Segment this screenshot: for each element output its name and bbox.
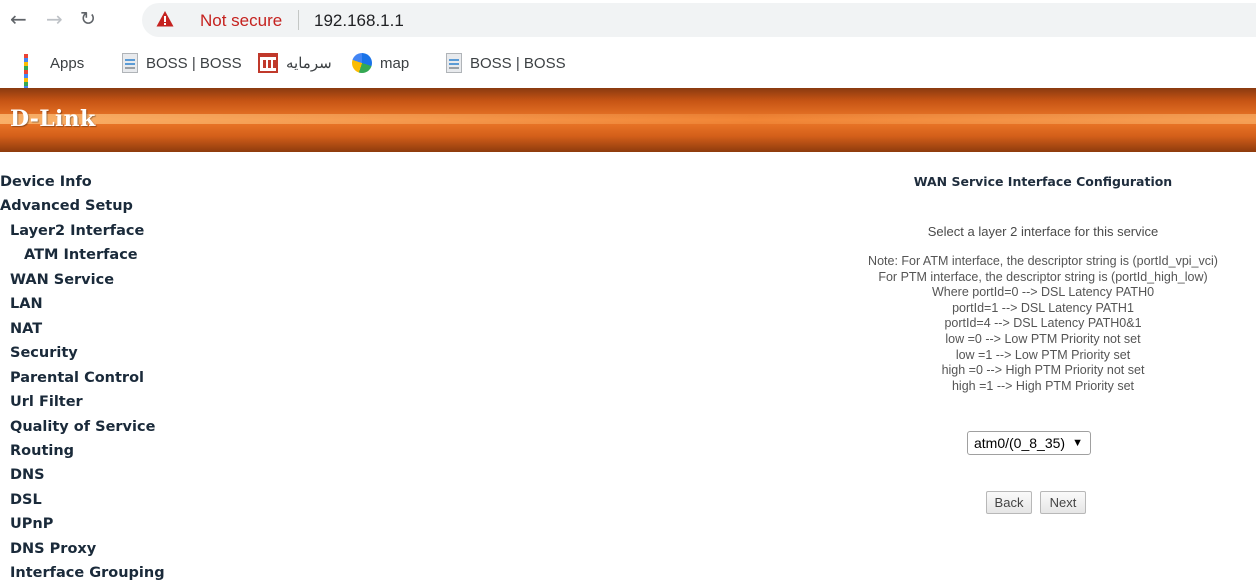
url-text[interactable]: 192.168.1.1: [314, 11, 404, 31]
note-line: low =1 --> Low PTM Priority set: [955, 347, 1131, 362]
dlink-header: D-Link: [0, 88, 1256, 152]
map-icon: [352, 53, 372, 73]
reload-icon[interactable]: ↻: [80, 9, 96, 29]
select-hint: Select a layer 2 interface for this serv…: [927, 224, 1159, 239]
arrow-left-icon[interactable]: ←: [10, 9, 27, 29]
apps-grid-icon: [24, 54, 42, 90]
back-button[interactable]: Back: [986, 491, 1032, 514]
sidebar-item-url-filter[interactable]: Url Filter: [10, 394, 83, 410]
note-line: portId=1 --> DSL Latency PATH1: [952, 300, 1134, 315]
bookmarks-bar: Apps BOSS | BOSS سرمایه map BOSS | BOSS: [0, 46, 1256, 90]
bookmark-apps[interactable]: Apps: [24, 52, 85, 90]
descriptor-note: Note: For ATM interface, the descriptor …: [830, 254, 1256, 394]
address-bar[interactable]: Not secure 192.168.1.1: [142, 3, 1256, 37]
bookmark-sarmaye[interactable]: سرمایه: [258, 52, 332, 74]
sidebar-item-lan[interactable]: LAN: [10, 296, 43, 312]
note-line: Note: For ATM interface, the descriptor …: [868, 254, 1218, 268]
sidebar-item-advanced-setup[interactable]: Advanced Setup: [0, 198, 133, 214]
sidebar-item-dns[interactable]: DNS: [10, 467, 45, 483]
bookmark-label: map: [380, 54, 410, 72]
sidebar-item-nat[interactable]: NAT: [10, 321, 42, 337]
note-line: high =0 --> High PTM Priority not set: [941, 363, 1145, 378]
note-line: portId=4 --> DSL Latency PATH0&1: [944, 316, 1142, 331]
store-icon: [258, 53, 278, 73]
bookmark-label: BOSS | BOSS: [146, 54, 242, 72]
sidebar-item-routing[interactable]: Routing: [10, 443, 74, 459]
page-icon: [446, 53, 462, 73]
bookmark-map[interactable]: map: [352, 52, 409, 74]
warning-icon: [156, 11, 174, 27]
sidebar-item-device-info[interactable]: Device Info: [0, 174, 92, 190]
address-separator: [298, 10, 299, 30]
sidebar-item-parental-control[interactable]: Parental Control: [10, 370, 144, 386]
bookmark-label: Apps: [50, 54, 85, 72]
select-value: atm0/(0_8_35): [974, 435, 1066, 451]
sidebar-item-layer2-interface[interactable]: Layer2 Interface: [10, 223, 144, 239]
page-icon: [122, 53, 138, 73]
sidebar-item-atm-interface[interactable]: ATM Interface: [24, 247, 138, 263]
next-button[interactable]: Next: [1040, 491, 1086, 514]
dlink-logo: D-Link: [10, 106, 96, 132]
dropdown-arrow-icon: ▼: [1072, 437, 1083, 449]
browser-toolbar: ← → ↻ Not secure 192.168.1.1: [0, 0, 1256, 40]
bookmark-label: BOSS | BOSS: [470, 54, 566, 72]
sidebar-item-interface-grouping[interactable]: Interface Grouping: [10, 565, 165, 581]
bookmark-boss-1[interactable]: BOSS | BOSS: [122, 52, 242, 74]
security-status[interactable]: Not secure: [200, 11, 282, 31]
note-line: low =0 --> Low PTM Priority not set: [945, 331, 1141, 346]
header-shine: [0, 114, 1256, 124]
sidebar-item-dns-proxy[interactable]: DNS Proxy: [10, 541, 96, 557]
bookmark-boss-2[interactable]: BOSS | BOSS: [446, 52, 566, 74]
sidebar-item-security[interactable]: Security: [10, 345, 78, 361]
sidebar-item-wan-service[interactable]: WAN Service: [10, 272, 114, 288]
note-line: For PTM interface, the descriptor string…: [878, 269, 1208, 284]
sidebar-item-dsl[interactable]: DSL: [10, 492, 42, 508]
bookmark-label: سرمایه: [286, 55, 332, 72]
arrow-right-icon[interactable]: →: [46, 9, 63, 29]
page-title: WAN Service Interface Configuration: [913, 174, 1173, 189]
layer2-interface-select[interactable]: atm0/(0_8_35) ▼: [967, 431, 1091, 455]
note-line: high =1 --> High PTM Priority set: [951, 378, 1134, 393]
sidebar-item-upnp[interactable]: UPnP: [10, 516, 53, 532]
note-line: Where portId=0 --> DSL Latency PATH0: [931, 285, 1155, 300]
sidebar-item-quality-of-service[interactable]: Quality of Service: [10, 419, 155, 435]
